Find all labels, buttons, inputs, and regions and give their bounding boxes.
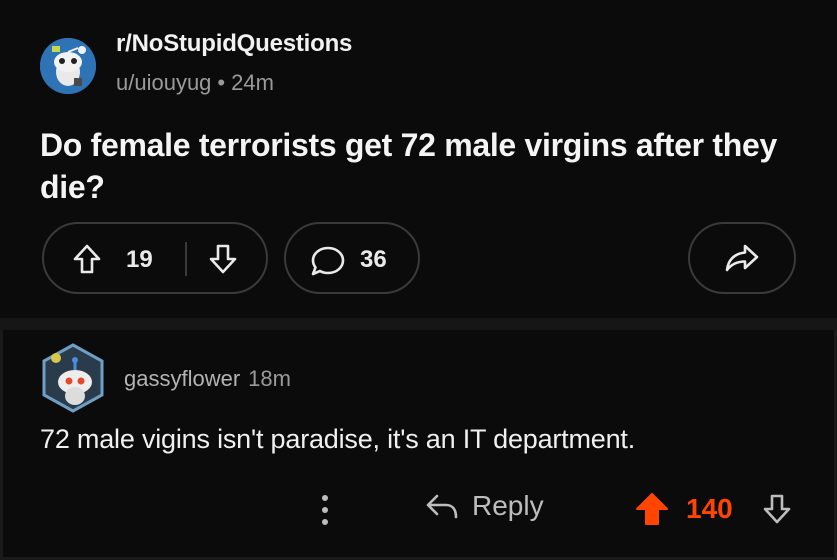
post-age: 24m (231, 70, 274, 95)
commenter-username[interactable]: gassyflower (124, 366, 240, 391)
subreddit-avatar[interactable] (40, 38, 96, 94)
upvote-arrow-icon[interactable] (72, 243, 102, 275)
snoo-avatar-icon (40, 38, 96, 94)
comment-age: 18m (248, 366, 291, 391)
reply-icon (424, 491, 460, 521)
upvote-count: 19 (126, 246, 153, 273)
upvote-arrow-icon[interactable] (634, 491, 670, 527)
comment-text: 72 male vigins isn't paradise, it's an I… (40, 424, 636, 454)
post-title[interactable]: Do female terrorists get 72 male virgins… (40, 124, 810, 208)
post-meta: u/uiouyug • 24m (116, 70, 274, 96)
share-icon (724, 242, 760, 274)
comments-button[interactable]: 36 (284, 222, 420, 294)
downvote-arrow-icon[interactable] (208, 243, 238, 275)
comment-score: 140 (686, 493, 733, 524)
post-author[interactable]: u/uiouyug (116, 70, 211, 95)
downvote-arrow-icon[interactable] (762, 493, 792, 525)
vote-control: 19 (42, 222, 268, 294)
comment-meta: gassyflower 18m (124, 366, 291, 392)
comment-count: 36 (360, 246, 387, 273)
vote-divider (185, 242, 187, 276)
subreddit-name[interactable]: r/NoStupidQuestions (116, 30, 352, 58)
more-options-icon[interactable] (320, 493, 330, 527)
commenter-avatar[interactable] (38, 342, 108, 414)
share-button[interactable] (688, 222, 796, 294)
reply-label: Reply (472, 490, 544, 521)
section-divider (0, 318, 837, 330)
meta-separator: • (217, 70, 226, 95)
post-card: r/NoStupidQuestions u/uiouyug • 24m Do fem… (0, 0, 837, 318)
reply-button[interactable]: Reply (424, 490, 544, 522)
snoo-avatar-icon (42, 343, 104, 413)
comment-bubble-icon (310, 245, 346, 277)
